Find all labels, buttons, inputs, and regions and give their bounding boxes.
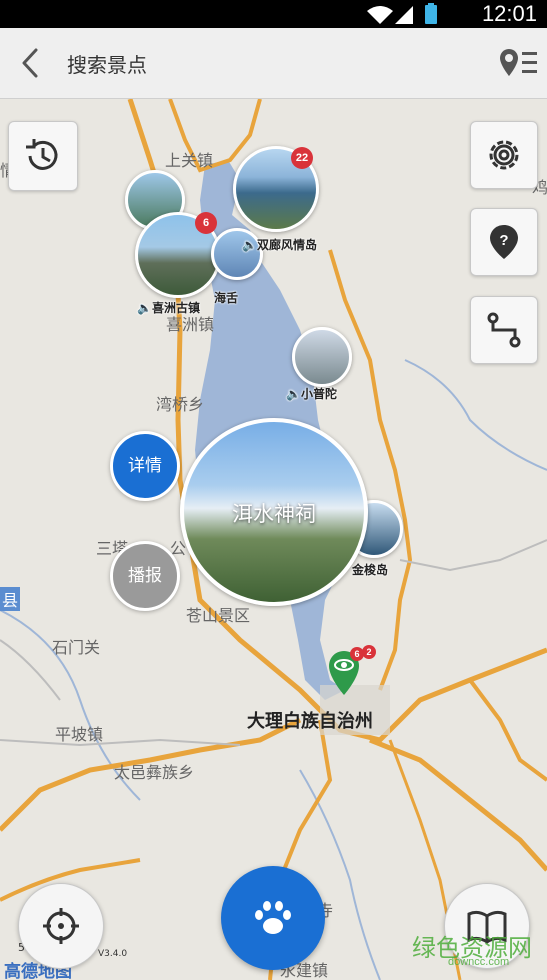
history-button[interactable]	[8, 121, 78, 191]
status-bar: 12:01	[0, 0, 547, 28]
route-button[interactable]	[470, 296, 538, 364]
spot-thumbnail-xiaoputuo[interactable]	[292, 327, 352, 387]
status-icons	[367, 3, 437, 24]
wifi-icon	[367, 6, 393, 24]
history-icon	[26, 139, 58, 170]
amap-version: V3.4.0	[98, 949, 128, 959]
spot-label-shuanglang: 🔈双廊风情岛	[242, 238, 317, 252]
spot-label-xizhou-text: 喜洲古镇	[151, 301, 200, 315]
svg-text:?: ?	[499, 232, 508, 249]
crosshair-icon	[43, 908, 79, 944]
badge-dali-pin-2: 2	[362, 645, 376, 659]
badge-shuanglang: 22	[291, 147, 313, 169]
clock: 12:01	[481, 1, 537, 26]
map-label-taiyi: 太邑彝族乡	[114, 763, 195, 782]
featured-spot-name: 洱水神祠	[232, 502, 316, 526]
map-label-pingpo: 平坡镇	[55, 725, 104, 744]
map-label-xian: 县	[0, 587, 21, 611]
featured-spot-image[interactable]: 洱水神祠	[180, 418, 368, 606]
detail-button[interactable]: 详情	[110, 431, 180, 501]
battery-icon	[425, 3, 437, 24]
location-list-icon[interactable]	[499, 46, 539, 80]
paw-icon	[255, 901, 291, 934]
locate-button[interactable]	[18, 883, 104, 969]
broadcast-button[interactable]: 播报	[110, 541, 180, 611]
nearby-button[interactable]	[221, 866, 325, 970]
map-label-wanqiao: 湾桥乡	[156, 395, 205, 414]
spot-label-shuanglang-text: 双廊风情岛	[256, 238, 317, 252]
spot-label-haishe: 海舌	[214, 291, 239, 305]
badge-xizhou: 6	[195, 212, 217, 234]
spot-label-xiaoputuo-text: 小普陀	[300, 387, 337, 401]
help-button[interactable]: ?	[470, 208, 538, 276]
spot-label-xiaoputuo: 🔈小普陀	[286, 387, 337, 401]
gear-icon	[489, 140, 519, 170]
signal-icon	[395, 6, 413, 24]
map-label-shangguan: 上关镇	[165, 151, 214, 170]
map-label-cangshan: 苍山景区	[186, 606, 251, 625]
route-icon	[487, 312, 521, 348]
spot-label-xizhou: 🔈喜洲古镇	[137, 301, 200, 315]
help-pin-icon: ?	[490, 225, 518, 259]
back-arrow-icon[interactable]	[14, 46, 48, 80]
watermark-url: downcc.com	[448, 956, 510, 968]
page-title: 搜索景点	[67, 53, 147, 77]
spot-label-jinsuo: 金梭岛	[352, 563, 389, 577]
app-header: 搜索景点	[0, 28, 547, 99]
map-label-shimenguan: 石门关	[52, 638, 101, 657]
settings-button[interactable]	[470, 121, 538, 189]
map-label-dali: 大理白族自治州	[247, 711, 373, 732]
